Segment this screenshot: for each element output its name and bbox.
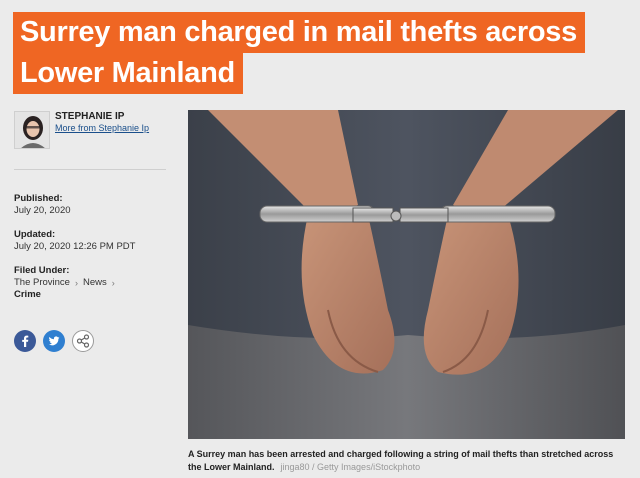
published-date: July 20, 2020 [14,205,71,216]
facebook-share-button[interactable] [14,330,36,352]
filed-under-label: Filed Under: [14,265,70,276]
category-link-the-province[interactable]: The Province [14,277,70,289]
photo-caption: A Surrey man has been arrested and charg… [188,448,628,474]
article-headline: Surrey man charged in mail thefts across… [13,12,585,94]
sidebar-divider [14,169,166,170]
category-link-news[interactable]: News [83,277,107,289]
updated-label: Updated: [14,229,56,240]
facebook-icon [22,335,29,347]
published-meta: Published: July 20, 2020 [14,193,71,217]
twitter-icon [48,336,60,346]
updated-meta: Updated: July 20, 2020 12:26 PM PDT [14,229,135,253]
article-photo-handcuffs[interactable] [188,110,625,439]
share-button[interactable] [72,330,94,352]
share-icon [76,334,90,348]
handcuffs-image [188,110,625,439]
headline-line-2: Lower Mainland [13,53,243,94]
social-share-bar [14,330,94,352]
chevron-right-icon: › [74,278,78,288]
published-label: Published: [14,193,63,204]
headline-line-1: Surrey man charged in mail thefts across [13,12,585,53]
more-from-author-link[interactable]: More from Stephanie Ip [55,123,149,133]
updated-date: July 20, 2020 12:26 PM PDT [14,241,136,252]
photo-credit: jinga80 / Getty Images/iStockphoto [280,462,421,472]
category-breadcrumb: The Province › News › [14,277,115,289]
category-link-crime[interactable]: Crime [14,289,41,301]
twitter-share-button[interactable] [43,330,65,352]
chevron-right-icon: › [111,278,115,288]
filed-under-meta: Filed Under: The Province › News › Crime [14,265,115,301]
author-avatar[interactable] [14,111,50,149]
author-name[interactable]: STEPHANIE IP [55,111,124,122]
